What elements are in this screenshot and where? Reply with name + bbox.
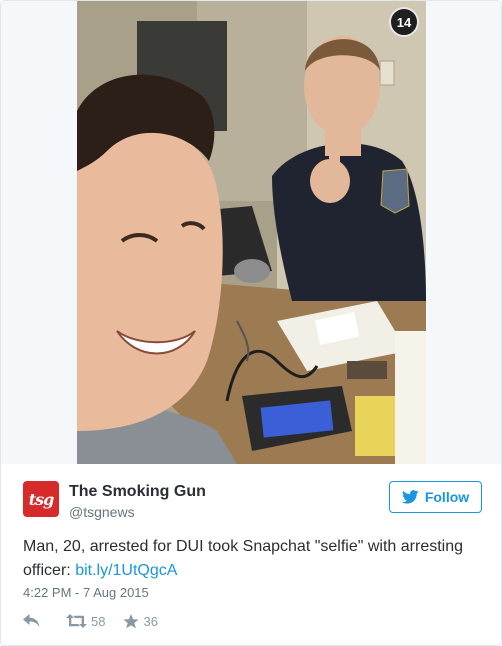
author-row: tsg The Smoking Gun @tsgnews Follow (23, 479, 483, 523)
reply-icon (23, 614, 40, 627)
tweet-link[interactable]: bit.ly/1UtQgcA (75, 562, 177, 579)
follow-label: Follow (424, 489, 470, 505)
author-handle[interactable]: @tsgnews (69, 504, 135, 520)
retweet-icon (66, 614, 87, 628)
author-name[interactable]: The Smoking Gun (69, 483, 206, 501)
retweet-count: 58 (91, 613, 106, 629)
photo-illustration (77, 1, 426, 464)
avatar[interactable]: tsg (23, 481, 59, 517)
favorite-button[interactable]: 36 (123, 613, 158, 629)
twitter-bird-icon (401, 490, 419, 504)
tweet-actions: 58 36 (23, 610, 158, 632)
tweet-media[interactable]: 14 (1, 1, 501, 464)
follow-button[interactable]: Follow (389, 481, 482, 513)
reply-button[interactable] (23, 614, 40, 628)
retweet-button[interactable]: 58 (66, 614, 105, 629)
tweet-card: 14 tsg The Smoking Gun @tsgnews Follow M… (0, 0, 502, 646)
star-icon (123, 613, 140, 628)
tweet-timestamp[interactable]: 4:22 PM - 7 Aug 2015 (23, 585, 149, 600)
snap-counter-badge: 14 (389, 7, 419, 37)
selfie-photo[interactable] (77, 1, 426, 464)
like-count: 36 (143, 613, 158, 629)
tweet-text: Man, 20, arrested for DUI took Snapchat … (23, 535, 483, 583)
